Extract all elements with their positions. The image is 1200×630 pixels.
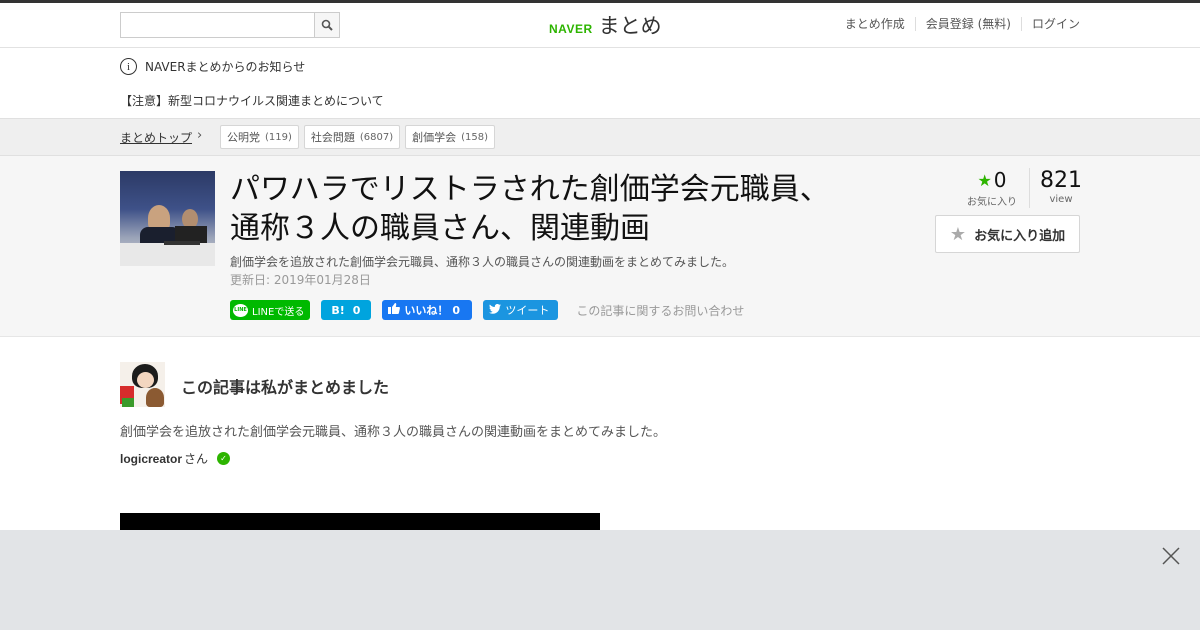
author-username: logicreator [120, 451, 183, 466]
tag-count: (158) [461, 131, 489, 143]
author-suffix: さん [184, 452, 209, 466]
search-input[interactable] [121, 13, 314, 37]
tag-list: 公明党 (119) 社会問題 (6807) 創価学会 (158) [220, 125, 496, 149]
contact-link[interactable]: この記事に関するお問い合わせ [576, 302, 744, 319]
header-links: まとめ作成 会員登録 (無料) ログイン [835, 17, 1080, 31]
star-icon: ★ [977, 170, 992, 190]
login-link[interactable]: ログイン [1020, 17, 1080, 31]
close-icon[interactable] [1162, 547, 1180, 565]
star-icon: ★ [949, 223, 967, 245]
favorite-label: お気に入り [967, 197, 1017, 208]
author-name[interactable]: logicreator さん ✓ [120, 450, 231, 467]
tag-label: 創価学会 [412, 131, 457, 144]
notice-title-text: NAVERまとめからのお知らせ [145, 60, 306, 74]
author-description: 創価学会を追放された創価学会元職員、通称３人の職員さんの関連動画をまとめてみまし… [120, 425, 667, 440]
facebook-like-label: いいね！ [404, 304, 449, 317]
twitter-bird-icon [489, 303, 502, 317]
tag-count: (6807) [359, 131, 394, 143]
author-section: この記事は私がまとめました 創価学会を追放された創価学会元職員、通称３人の職員さ… [0, 337, 1200, 530]
line-share-button[interactable]: LINE LINEで送る [230, 300, 311, 320]
logo-service: まとめ [598, 14, 662, 38]
create-matome-link[interactable]: まとめ作成 [835, 17, 915, 31]
ad-overlay [0, 530, 1200, 630]
add-favorite-label: お気に入り追加 [974, 228, 1066, 244]
info-icon: i [120, 58, 137, 75]
thumbs-up-icon [388, 303, 401, 317]
tag-soka-gakkai[interactable]: 創価学会 (158) [405, 125, 496, 149]
breadcrumb-top-link[interactable]: まとめトップ [120, 129, 192, 146]
video-player[interactable] [120, 513, 600, 530]
line-icon: LINE [233, 303, 248, 317]
chevron-right-icon: › [197, 128, 203, 143]
article-stats: ★ 0 お気に入り 821 view [955, 168, 1092, 208]
verified-check-icon: ✓ [217, 452, 231, 465]
share-bar: LINE LINEで送る B! 0 いいね！ 0 ツイート この記事に関するお問… [230, 300, 744, 320]
favorite-count: 0 [993, 168, 1007, 192]
view-stat: 821 view [1030, 168, 1092, 208]
article-description: 創価学会を追放された創価学会元職員、通称３人の職員さんの関連動画をまとめてみまし… [230, 255, 735, 269]
notice-link[interactable]: 【注意】新型コロナウイルス関連まとめについて [120, 92, 384, 109]
search-button[interactable] [314, 13, 339, 37]
author-heading: この記事は私がまとめました [181, 378, 390, 397]
twitter-tweet-button[interactable]: ツイート [483, 300, 559, 320]
line-share-label: LINEで送る [252, 306, 305, 318]
article-title: パワハラでリストラされた創価学会元職員、通称３人の職員さん、関連動画 [230, 172, 830, 246]
logo-brand: NAVER [549, 22, 593, 36]
add-favorite-button[interactable]: ★ お気に入り追加 [935, 215, 1080, 253]
tag-count: (119) [265, 131, 292, 143]
article-thumbnail [120, 171, 215, 266]
tag-label: 社会問題 [310, 131, 355, 144]
notice-area: i NAVERまとめからのお知らせ 【注意】新型コロナウイルス関連まとめについて [0, 48, 1200, 118]
hatena-count: 0 [352, 303, 361, 317]
facebook-like-button[interactable]: いいね！ 0 [382, 300, 473, 320]
twitter-tweet-label: ツイート [505, 304, 550, 317]
breadcrumb: まとめトップ › 公明党 (119) 社会問題 (6807) 創価学会 (158… [0, 118, 1200, 156]
article-updated-date: 更新日: 2019年01月28日 [230, 273, 371, 287]
tag-label: 公明党 [227, 131, 260, 144]
tag-social-issues[interactable]: 社会問題 (6807) [303, 125, 401, 149]
tag-komeito[interactable]: 公明党 (119) [220, 125, 299, 149]
hatena-icon: B! [331, 303, 345, 317]
author-avatar[interactable] [120, 362, 165, 407]
search-box [120, 12, 340, 38]
site-logo[interactable]: NAVER まとめ [549, 10, 662, 40]
register-link[interactable]: 会員登録 (無料) [914, 17, 1021, 31]
global-header: NAVER まとめ まとめ作成 会員登録 (無料) ログイン [0, 0, 1200, 48]
view-count: 821 [1040, 168, 1082, 193]
notice-title: i NAVERまとめからのお知らせ [120, 58, 305, 75]
favorite-stat: ★ 0 お気に入り [955, 168, 1030, 208]
search-icon [321, 19, 333, 31]
hatena-bookmark-button[interactable]: B! 0 [321, 300, 372, 320]
view-label: view [1049, 194, 1073, 205]
facebook-like-count: 0 [452, 303, 460, 317]
article-header: パワハラでリストラされた創価学会元職員、通称３人の職員さん、関連動画 創価学会を… [0, 156, 1200, 337]
